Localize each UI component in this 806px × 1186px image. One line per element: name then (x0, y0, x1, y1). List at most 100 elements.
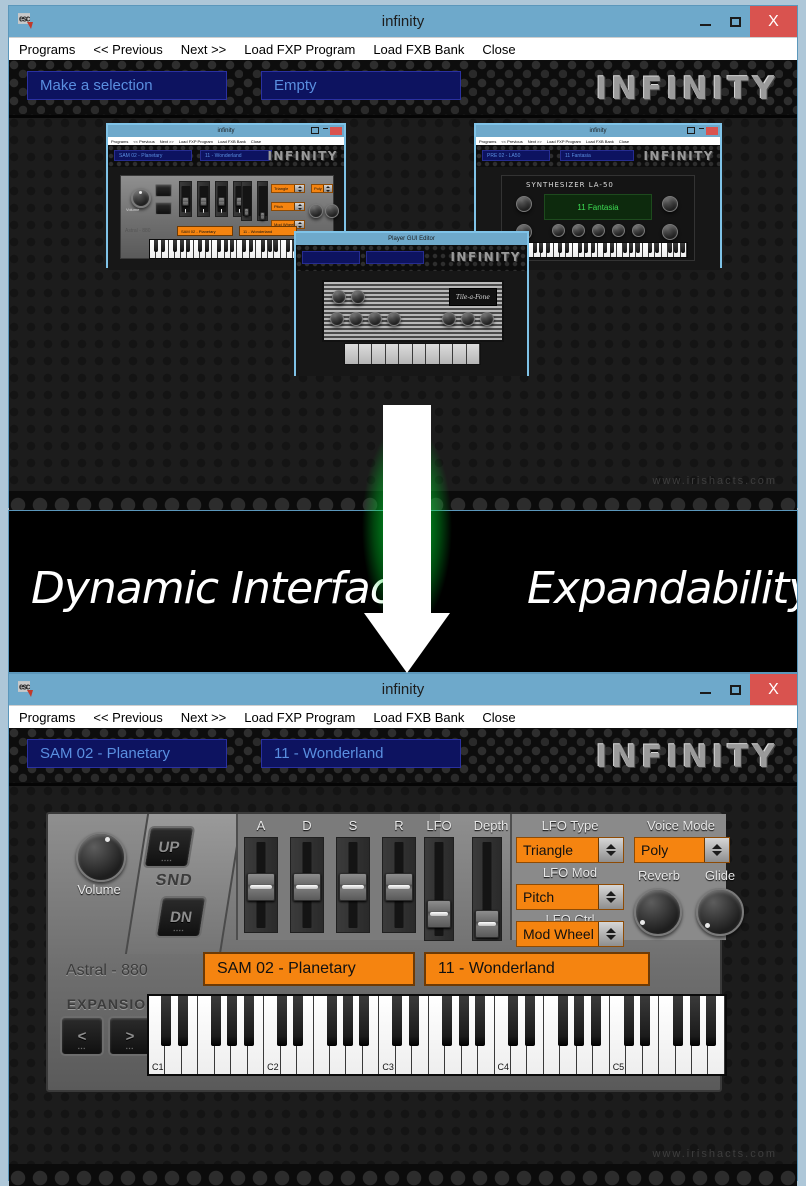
close-icon[interactable] (706, 127, 718, 135)
menu-item-load-fxb[interactable]: Load FXB Bank (373, 42, 464, 57)
lfo-rate-knob[interactable] (516, 196, 532, 212)
bank-field[interactable]: PRE 02 - LA50 (482, 150, 550, 161)
tone-knob[interactable] (351, 290, 365, 304)
speed-knob[interactable] (332, 290, 346, 304)
vol-knob[interactable] (662, 196, 678, 212)
keyboard[interactable]: C1 C2 C3 C4 C5 (147, 994, 727, 1076)
slider-s[interactable] (215, 181, 228, 217)
menu-item-previous[interactable]: << Previous (501, 139, 522, 144)
menu-item-next[interactable]: Next >> (160, 139, 174, 144)
slider-depth[interactable] (257, 181, 268, 221)
program-field[interactable]: 11 - Wonderland (261, 739, 461, 768)
keyboard[interactable] (344, 343, 481, 365)
close-icon[interactable] (330, 127, 342, 135)
nested-titlebar[interactable]: Player GUI Editor (296, 233, 527, 245)
menu-item-load-fxb[interactable]: Load FXB Bank (586, 139, 614, 144)
snd-up-button[interactable] (155, 184, 172, 197)
black-key[interactable] (227, 996, 237, 1046)
slider-a[interactable] (244, 837, 278, 933)
dropdown-lfo-ctrl[interactable]: Mod Wheel (516, 921, 624, 947)
knob-b[interactable] (349, 312, 363, 326)
program-field[interactable]: Empty (261, 71, 461, 100)
glide-knob[interactable] (325, 204, 339, 218)
nested-titlebar[interactable]: infinity (108, 125, 344, 137)
bank-field[interactable]: Make a selection (27, 71, 227, 100)
black-key[interactable] (591, 996, 601, 1046)
menu-item-close[interactable]: Close (251, 139, 261, 144)
maximize-button[interactable] (720, 6, 750, 37)
close-button[interactable]: X (750, 6, 797, 37)
black-key[interactable] (525, 996, 535, 1046)
menu-item-previous[interactable]: << Previous (93, 42, 162, 57)
knob-c[interactable] (368, 312, 382, 326)
dropdown-lfo-mod[interactable]: Pitch (271, 202, 305, 211)
knob-fx[interactable] (632, 224, 645, 237)
black-key[interactable] (574, 996, 584, 1046)
bank-field[interactable]: SAM 02 - Planetary (114, 150, 192, 161)
menu-item-close[interactable]: Close (482, 42, 515, 57)
menu-item-close[interactable]: Close (619, 139, 629, 144)
program-field[interactable]: 11 Fantasia (560, 150, 634, 161)
expansion-next-button[interactable]: > ▪▪▪ (108, 1016, 152, 1056)
slider-d[interactable] (197, 181, 210, 217)
black-key[interactable] (475, 996, 485, 1046)
black-key[interactable] (459, 996, 469, 1046)
nested-titlebar[interactable]: infinity (476, 125, 720, 137)
menu-item-previous[interactable]: << Previous (133, 139, 154, 144)
bank-field[interactable]: SAM 02 - Planetary (27, 739, 227, 768)
minimize-button[interactable] (690, 6, 720, 37)
volume-knob[interactable] (76, 832, 126, 882)
dropdown-lfo-type[interactable]: Triangle (516, 837, 624, 863)
menu-item-programs[interactable]: Programs (19, 710, 75, 725)
menu-item-programs[interactable]: Programs (479, 139, 496, 144)
maximize-button[interactable] (720, 674, 750, 705)
black-key[interactable] (359, 996, 369, 1046)
menu-item-next[interactable]: Next >> (528, 139, 542, 144)
chevron-updown-icon[interactable] (598, 838, 623, 862)
menu-item-load-fxb[interactable]: Load FXB Bank (373, 710, 464, 725)
menu-item-next[interactable]: Next >> (181, 710, 227, 725)
snd-dn-button[interactable] (155, 202, 172, 215)
chevron-updown-icon[interactable] (704, 838, 729, 862)
chevron-updown-icon[interactable] (598, 922, 623, 946)
black-key[interactable] (277, 996, 287, 1046)
dropdown-voice-mode[interactable]: Poly (311, 184, 333, 193)
reverb-knob[interactable] (309, 204, 323, 218)
bank-field[interactable] (302, 251, 360, 264)
black-key[interactable] (508, 996, 518, 1046)
menu-item-next[interactable]: Next >> (181, 42, 227, 57)
black-key[interactable] (624, 996, 634, 1046)
black-key[interactable] (244, 996, 254, 1046)
volume-knob[interactable] (131, 188, 151, 208)
black-key[interactable] (558, 996, 568, 1046)
menu-item-load-fxp[interactable]: Load FXP Program (179, 139, 213, 144)
black-key[interactable] (178, 996, 188, 1046)
dropdown-lfo-type[interactable]: Triangle (271, 184, 305, 193)
black-key[interactable] (409, 996, 419, 1046)
snd-up-button[interactable]: UP ▪▪▪▪ (142, 826, 196, 868)
close-button[interactable]: X (750, 674, 797, 705)
black-key[interactable] (442, 996, 452, 1046)
black-key[interactable] (673, 996, 683, 1046)
black-key[interactable] (343, 996, 353, 1046)
slider-lfo[interactable] (241, 181, 252, 221)
expansion-prev-button[interactable]: < ▪▪▪ (60, 1016, 104, 1056)
slider-lfo[interactable] (424, 837, 454, 941)
slider-d[interactable] (290, 837, 324, 933)
program-field[interactable]: 11 - Wonderland (200, 150, 272, 161)
menu-item-load-fxb[interactable]: Load FXB Bank (218, 139, 246, 144)
dropdown-voice-mode[interactable]: Poly (634, 837, 730, 863)
pan-knob[interactable] (662, 224, 678, 240)
chevron-updown-icon[interactable] (598, 885, 623, 909)
menu-item-programs[interactable]: Programs (19, 42, 75, 57)
black-key[interactable] (161, 996, 171, 1046)
program-field[interactable] (366, 251, 424, 264)
slider-depth[interactable] (472, 837, 502, 941)
vol-knob[interactable] (480, 312, 494, 326)
menu-item-load-fxp[interactable]: Load FXP Program (244, 710, 355, 725)
menu-item-load-fxp[interactable]: Load FXP Program (244, 42, 355, 57)
slider-r[interactable] (382, 837, 416, 933)
black-key[interactable] (706, 996, 716, 1046)
knob-d[interactable] (387, 312, 401, 326)
black-key[interactable] (690, 996, 700, 1046)
